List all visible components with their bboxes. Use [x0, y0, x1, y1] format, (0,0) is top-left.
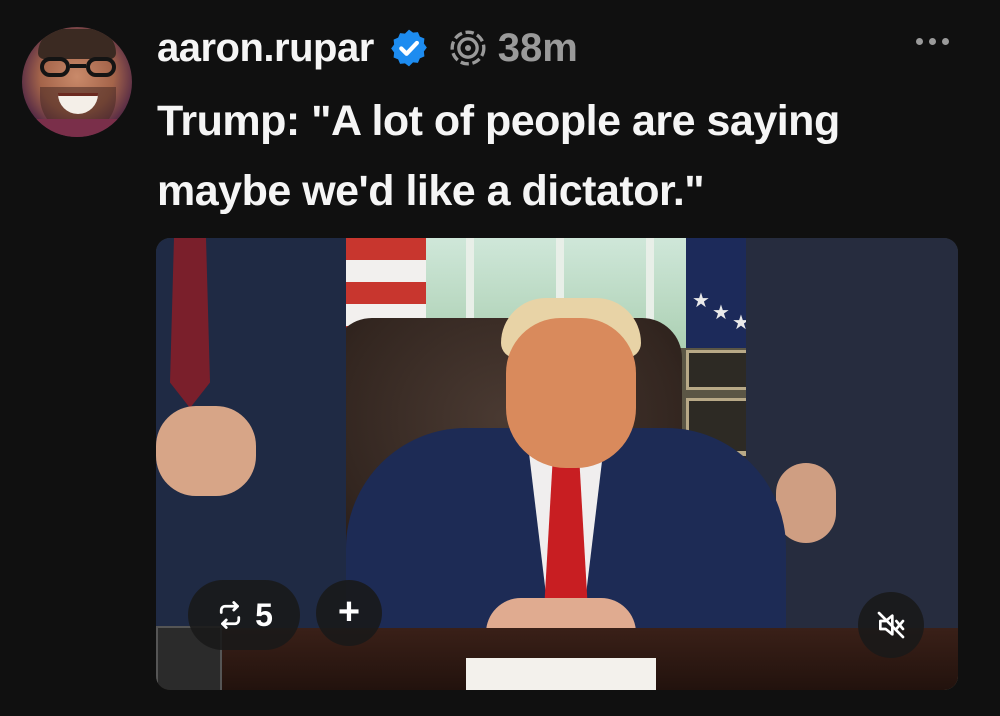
avatar-hair: [38, 29, 116, 59]
muted-speaker-icon: [877, 611, 905, 639]
post-header: aaron.rupar 38m: [157, 22, 578, 74]
avatar-shirt: [22, 119, 132, 137]
username[interactable]: aaron.rupar: [157, 26, 374, 71]
post-text-line-2: maybe we'd like a dictator.": [157, 167, 705, 215]
avatar-glasses: [40, 57, 116, 79]
more-options-icon[interactable]: [916, 38, 949, 45]
standing-person-left: [156, 238, 346, 638]
post-card: aaron.rupar 38m Trump: "A lot of people …: [0, 0, 1000, 716]
repost-button[interactable]: 5: [188, 580, 300, 650]
repost-count: 5: [255, 596, 273, 633]
plus-icon: +: [337, 590, 361, 633]
threads-activity-icon: [450, 30, 486, 66]
post-text: Trump: "A lot of people are saying maybe…: [157, 86, 957, 226]
repost-icon: [219, 601, 241, 629]
post-text-line-1: Trump: "A lot of people are saying: [157, 97, 840, 145]
add-button[interactable]: +: [316, 580, 382, 646]
mute-toggle-button[interactable]: [858, 592, 924, 658]
avatar[interactable]: [22, 27, 132, 137]
post-timestamp: 38m: [497, 25, 578, 70]
desk-paper: [466, 658, 656, 690]
verified-badge-icon: [390, 29, 427, 67]
